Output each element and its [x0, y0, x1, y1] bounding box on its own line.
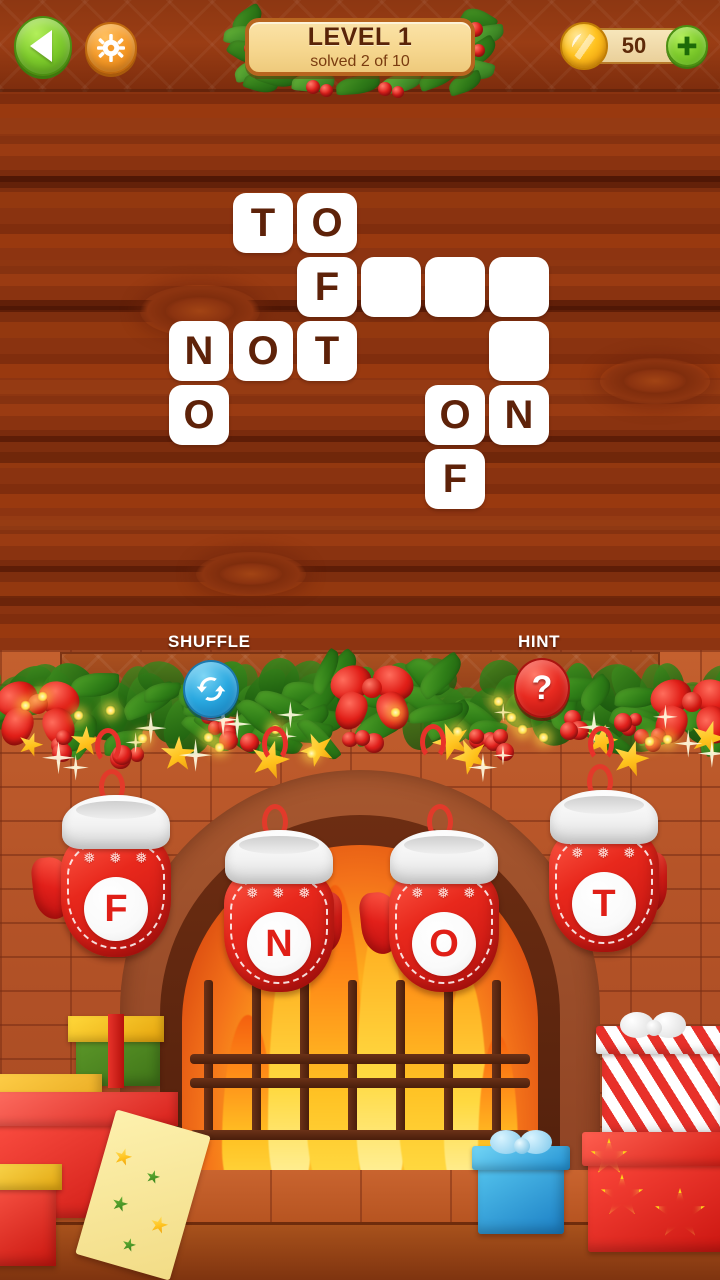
hint-button[interactable]: ? [514, 658, 570, 718]
mitten-letter-tile[interactable]: ❅ ❅ ❅ N [218, 830, 368, 1020]
mitten-letter: T [592, 885, 615, 923]
plus-icon [675, 34, 699, 58]
grid-tile-filled[interactable]: T [233, 193, 293, 253]
grid-tile-letter: N [505, 395, 534, 435]
snowflake-icon: ❅ [437, 886, 450, 901]
snowflake-icon: ❅ [571, 846, 584, 861]
level-title: LEVEL 1 [308, 25, 412, 50]
mitten-letter-circle: F [84, 877, 148, 941]
wood-plank-seam [0, 596, 720, 606]
snowflake-icon: ❅ [597, 846, 610, 861]
mitten-letter-circle: T [572, 872, 636, 936]
gift-boxes-right [596, 1022, 720, 1252]
mitten-letter-circle: N [247, 912, 311, 976]
grid-tile-letter: O [247, 331, 278, 371]
shuffle-button[interactable] [183, 660, 239, 718]
mitten-letter-tile[interactable]: ❅ ❅ ❅ O [383, 830, 533, 1020]
grid-tile-filled[interactable]: O [169, 385, 229, 445]
shuffle-label: SHUFFLE [168, 632, 251, 652]
coin-panel: 50 [560, 22, 708, 72]
grid-tile-empty[interactable] [489, 321, 549, 381]
grid-tile-letter: O [439, 395, 470, 435]
grid-tile-filled[interactable]: O [297, 193, 357, 253]
grid-tile-empty[interactable] [425, 257, 485, 317]
mitten-letter-tile[interactable]: ❅ ❅ ❅ F [55, 795, 205, 985]
grid-tile-letter: F [315, 267, 339, 307]
level-banner: LEVEL 1 solved 2 of 10 [245, 18, 475, 76]
shuffle-icon [194, 672, 228, 706]
snowflake-icon: ❅ [272, 886, 285, 901]
mitten-letter: N [265, 925, 292, 963]
grid-tile-letter: O [183, 395, 214, 435]
gift-boxes-left [0, 1030, 290, 1250]
grid-tile-letter: T [251, 203, 275, 243]
grid-tile-filled[interactable]: O [425, 385, 485, 445]
hint-label: HINT [518, 632, 560, 652]
snowflake-icon: ❅ [298, 886, 311, 901]
grid-tile-empty[interactable] [361, 257, 421, 317]
add-coins-button[interactable] [666, 25, 708, 67]
snowflake-icon: ❅ [83, 851, 96, 866]
coin-icon [560, 22, 608, 70]
grid-tile-filled[interactable]: F [297, 257, 357, 317]
snowflake-icon: ❅ [411, 886, 424, 901]
snowflake-icon: ❅ [463, 886, 476, 901]
grid-tile-filled[interactable]: N [489, 385, 549, 445]
question-mark-icon: ? [532, 671, 553, 705]
grid-tile-filled[interactable]: F [425, 449, 485, 509]
grid-tile-letter: O [311, 203, 342, 243]
mitten-letter: F [104, 890, 127, 928]
mitten-cuff [550, 790, 658, 844]
grid-tile-letter: N [185, 331, 214, 371]
mitten-cuff [390, 830, 498, 884]
mitten-letter: O [429, 925, 459, 963]
grid-tile-letter: F [443, 459, 467, 499]
coin-count: 50 [622, 33, 646, 59]
snowflake-icon: ❅ [623, 846, 636, 861]
snowflake-icon: ❅ [135, 851, 148, 866]
gift-box-center [470, 1128, 590, 1248]
snowflake-icon: ❅ [246, 886, 259, 901]
snowflake-icon: ❅ [109, 851, 122, 866]
mitten-letter-tile[interactable]: ❅ ❅ ❅ T [543, 790, 693, 980]
mantel-shelf [60, 652, 660, 698]
crossword-grid: TOFNOTOONF [0, 0, 720, 560]
level-progress-text: solved 2 of 10 [310, 54, 410, 70]
mitten-letter-circle: O [412, 912, 476, 976]
grid-tile-filled[interactable]: T [297, 321, 357, 381]
grid-tile-empty[interactable] [489, 257, 549, 317]
game-screen: LEVEL 1 solved 2 of 10 50 TOFNOTOONF SHU… [0, 0, 720, 1280]
grid-tile-letter: T [315, 331, 339, 371]
mitten-cuff [62, 795, 170, 849]
mitten-cuff [225, 830, 333, 884]
grid-tile-filled[interactable]: O [233, 321, 293, 381]
grid-tile-filled[interactable]: N [169, 321, 229, 381]
